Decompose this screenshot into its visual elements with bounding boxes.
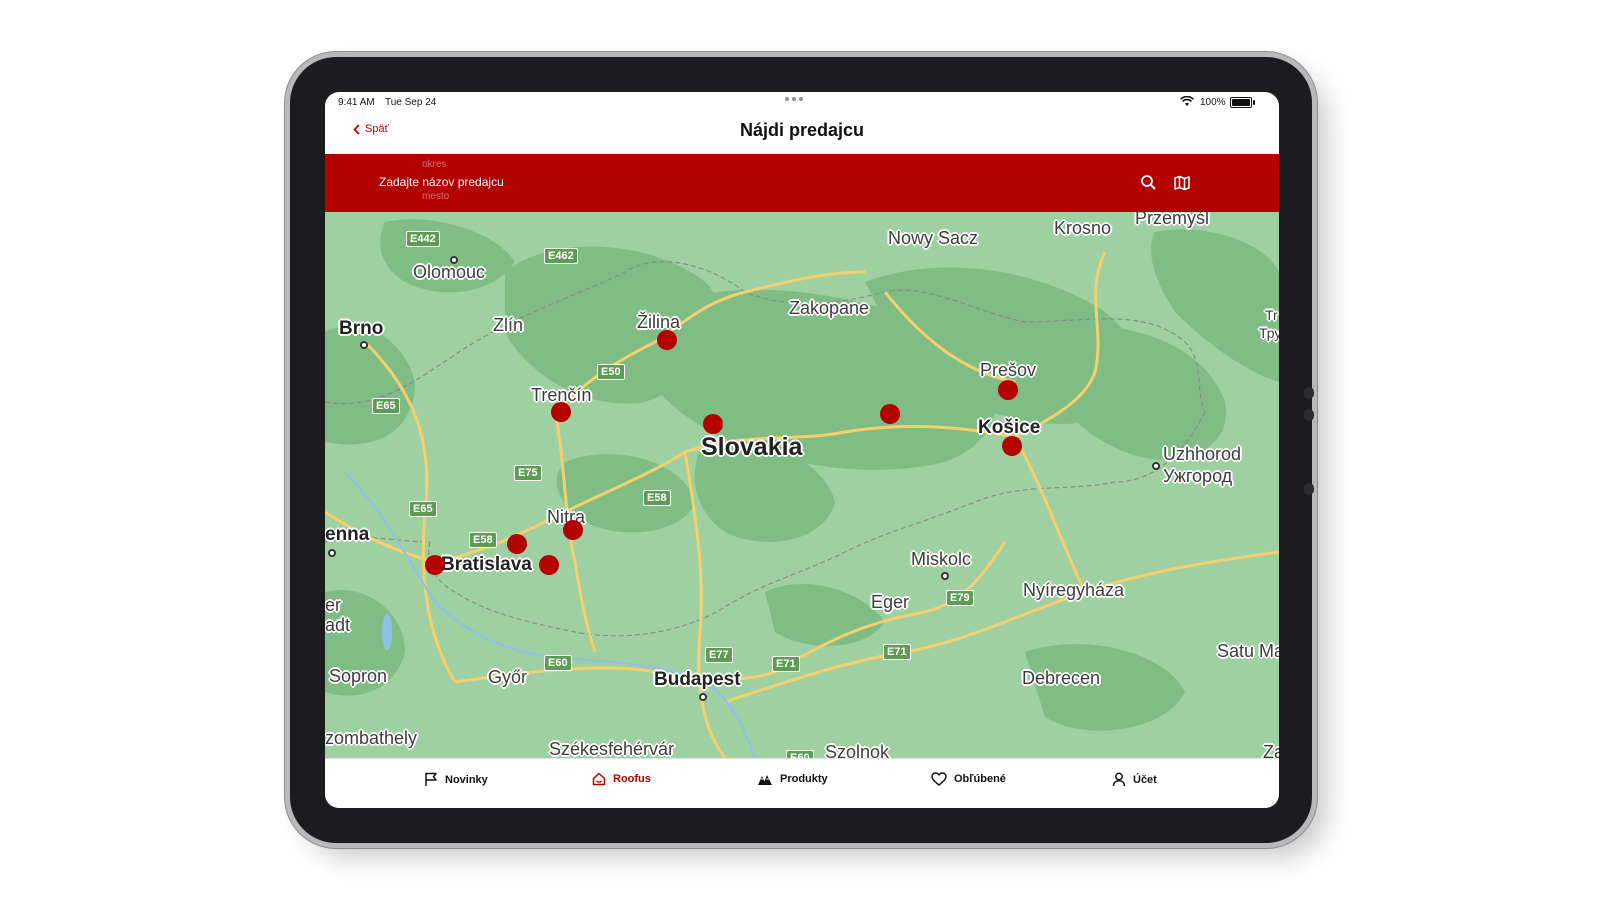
ipad-frame: 9:41 AM Tue Sep 24 100% Späť Nájdi preda… — [290, 57, 1314, 843]
search-band: okres Zadajte názov predajcu mesto — [325, 154, 1279, 212]
search-icon[interactable] — [1139, 173, 1159, 193]
volume-down-button — [1304, 409, 1314, 421]
road-label: E77 — [705, 647, 733, 663]
dealer-marker[interactable] — [1002, 436, 1022, 456]
navigation-bar: Späť Nájdi predajcu — [325, 114, 1279, 154]
dealer-map[interactable]: Olomouc Brno Zlín Žilina Trenčín Nitra B… — [325, 212, 1279, 758]
tab-roofus[interactable]: Roofus — [592, 772, 651, 786]
place-label: Bratislava — [441, 554, 532, 575]
dealer-marker[interactable] — [998, 380, 1018, 400]
picker-option-above[interactable]: okres — [422, 159, 446, 170]
dealer-marker[interactable] — [563, 520, 583, 540]
place-label: Szolnok — [825, 742, 890, 758]
place-label: Prešov — [980, 360, 1037, 380]
battery-icon — [1230, 97, 1255, 108]
tab-ucet[interactable]: Účet — [1112, 772, 1157, 787]
status-time: 9:41 AM — [338, 97, 375, 108]
flag-icon — [425, 772, 437, 786]
app-screen: 9:41 AM Tue Sep 24 100% Späť Nájdi preda… — [325, 92, 1279, 808]
dealer-marker[interactable] — [507, 534, 527, 554]
place-label: Olomouc — [413, 262, 486, 282]
place-label: Satu Ma — [1217, 641, 1279, 661]
road-label: E442 — [406, 231, 440, 247]
road-label: E65 — [409, 501, 437, 517]
road-label: E462 — [544, 248, 578, 264]
place-label: Nyíregyháza — [1023, 580, 1125, 600]
dealer-marker[interactable] — [539, 555, 559, 575]
tab-label: Produkty — [780, 773, 828, 785]
city-dot — [450, 256, 458, 264]
place-label: Sopron — [329, 666, 388, 686]
road-label: E65 — [372, 398, 400, 414]
dealer-marker[interactable] — [425, 555, 445, 575]
tab-oblubene[interactable]: Obľúbené — [931, 772, 1006, 786]
wifi-icon — [1180, 96, 1194, 106]
road-label: E50 — [597, 364, 625, 380]
place-label: Za — [1263, 742, 1279, 758]
place-label: er — [325, 595, 342, 615]
road-label: E60 — [544, 655, 572, 671]
road-label: E79 — [946, 590, 974, 606]
place-label: Krosno — [1054, 218, 1112, 238]
place-label: Uzhhorod — [1163, 444, 1242, 464]
city-dot — [941, 572, 949, 580]
place-label: Székesfehérvár — [549, 739, 675, 758]
map-terrain — [325, 219, 1279, 758]
dealer-search-input[interactable]: Zadajte názov predajcu — [379, 175, 504, 189]
place-label: Brno — [339, 318, 384, 339]
tab-produkty[interactable]: Produkty — [757, 772, 828, 786]
city-dot — [360, 341, 368, 349]
road-label: E60 — [786, 750, 814, 758]
road-label: E75 — [514, 465, 542, 481]
place-label: Zlín — [493, 315, 524, 335]
tab-label: Novinky — [445, 773, 488, 786]
city-dot — [1152, 462, 1160, 470]
road-label: E71 — [772, 656, 800, 672]
place-label: Debrecen — [1022, 668, 1101, 688]
city-dot — [699, 693, 707, 701]
city-dot — [328, 549, 336, 557]
road-label: E58 — [643, 490, 671, 506]
place-label: Przemyśl — [1135, 212, 1210, 228]
dealer-marker[interactable] — [880, 404, 900, 424]
roof-icon — [758, 775, 772, 785]
tab-novinky[interactable]: Novinky — [424, 772, 488, 787]
picker-option-below[interactable]: mesto — [422, 191, 449, 202]
road-label: E71 — [883, 644, 911, 660]
volume-up-button — [1304, 387, 1314, 399]
map-icon[interactable] — [1172, 173, 1192, 193]
place-label: enna — [325, 524, 370, 545]
place-label: Miskolc — [911, 549, 972, 569]
heart-icon — [931, 772, 947, 786]
place-label: Zakopane — [789, 298, 870, 318]
multitasking-dots-icon[interactable] — [785, 97, 805, 103]
place-label: Ужгород — [1163, 466, 1233, 486]
tab-label: Účet — [1133, 773, 1157, 786]
place-label: Nowy Sacz — [888, 228, 979, 248]
place-label: Tr — [1265, 307, 1278, 323]
dealer-marker[interactable] — [551, 402, 571, 422]
dealer-marker[interactable] — [703, 414, 723, 434]
battery-percentage: 100% — [1200, 97, 1226, 108]
tab-bar: Novinky Roofus Produkty Obľúbené Účet — [325, 758, 1279, 808]
place-label: Eger — [871, 592, 910, 612]
tab-label: Roofus — [613, 773, 651, 785]
power-button — [1304, 483, 1314, 495]
country-label: Slovakia — [701, 433, 803, 461]
place-label: Тру — [1259, 325, 1279, 341]
house-icon — [592, 772, 606, 786]
page-title: Nájdi predajcu — [739, 120, 865, 140]
tab-label: Obľúbené — [954, 773, 1006, 785]
status-date: Tue Sep 24 — [385, 97, 437, 108]
place-label: Žilina — [637, 312, 681, 332]
dealer-marker[interactable] — [657, 330, 677, 350]
place-label: Győr — [488, 667, 528, 687]
place-label: Budapest — [654, 669, 741, 690]
place-label: adt — [325, 615, 351, 635]
road-label: E58 — [469, 532, 497, 548]
status-bar: 9:41 AM Tue Sep 24 100% — [325, 92, 1279, 114]
place-label: zombathely — [325, 728, 418, 748]
user-icon — [1112, 772, 1126, 787]
